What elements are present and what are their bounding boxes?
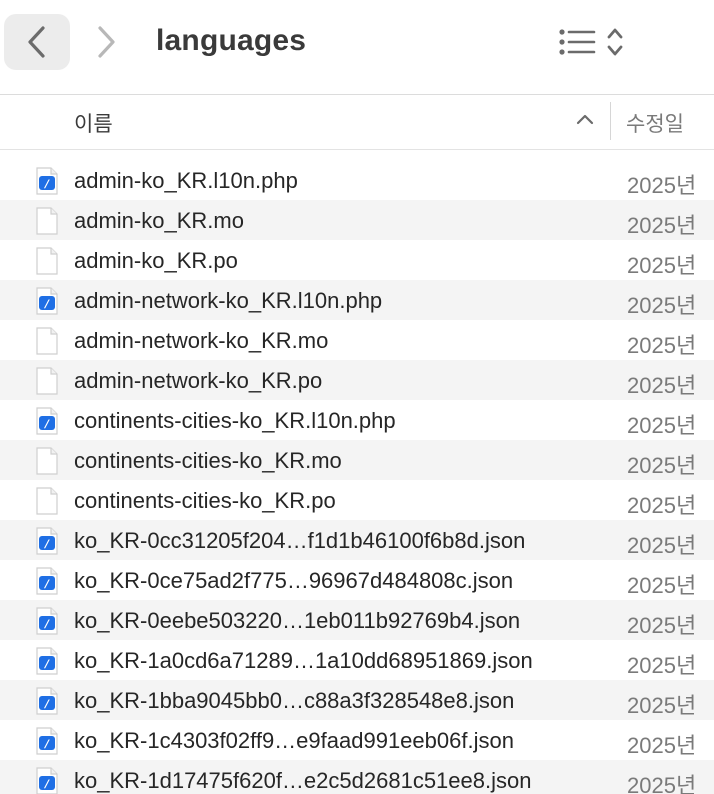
file-name: continents-cities-ko_KR.mo	[74, 448, 342, 473]
view-options-button[interactable]	[558, 22, 638, 62]
column-header-date-modified[interactable]: 수정일	[626, 108, 684, 138]
file-name: admin-network-ko_KR.l10n.php	[74, 288, 383, 313]
column-divider[interactable]	[610, 102, 611, 140]
file-name: continents-cities-ko_KR.l10n.php	[74, 408, 396, 433]
file-row[interactable]: / ko_KR-1c4303f02ff9…e9faad991eeb06f.json…	[0, 720, 714, 760]
file-name: ko_KR-0eebe503220…1eb011b92769b4.json	[74, 608, 521, 633]
code-document-icon: /	[36, 407, 58, 435]
file-row[interactable]: admin-ko_KR.mo 2025년	[0, 200, 714, 240]
document-icon	[36, 447, 58, 475]
forward-button[interactable]	[76, 14, 136, 70]
chevron-right-icon	[98, 26, 115, 58]
column-header-name[interactable]: 이름	[74, 108, 113, 138]
file-row[interactable]: / admin-ko_KR.l10n.php 2025년	[0, 160, 714, 200]
file-row[interactable]: / ko_KR-0ce75ad2f775…96967d484808c.json 20…	[0, 560, 714, 600]
svg-text:/: /	[43, 538, 50, 551]
file-date-modified: 2025년	[627, 453, 697, 478]
file-date-modified: 2025년	[627, 173, 697, 198]
file-name: ko_KR-1c4303f02ff9…e9faad991eeb06f.json	[74, 728, 514, 753]
file-name: admin-network-ko_KR.po	[74, 368, 323, 393]
code-document-icon: /	[36, 607, 58, 635]
file-row[interactable]: / ko_KR-0cc31205f204…f1d1b46100f6b8d.json…	[0, 520, 714, 560]
file-date-modified: 2025년	[627, 413, 697, 438]
code-document-icon: /	[36, 167, 58, 195]
list-view-icon	[559, 29, 596, 55]
sort-ascending-icon[interactable]	[575, 112, 595, 126]
chevron-left-icon	[28, 26, 45, 58]
code-document-icon: /	[36, 287, 58, 315]
svg-text:/: /	[43, 778, 50, 791]
file-date-modified: 2025년	[627, 293, 697, 318]
file-date-modified: 2025년	[627, 573, 697, 598]
file-name: admin-ko_KR.l10n.php	[74, 168, 298, 193]
file-date-modified: 2025년	[627, 213, 697, 238]
file-date-modified: 2025년	[627, 693, 697, 718]
code-document-icon: /	[36, 647, 58, 675]
file-row[interactable]: / ko_KR-1a0cd6a71289…1a10dd68951869.json 2…	[0, 640, 714, 680]
svg-text:/: /	[43, 658, 50, 671]
svg-text:/: /	[43, 618, 50, 631]
file-date-modified: 2025년	[627, 253, 697, 278]
svg-text:/: /	[43, 578, 50, 591]
code-document-icon: /	[36, 567, 58, 595]
window-title: languages	[156, 24, 307, 57]
file-name: ko_KR-0ce75ad2f775…96967d484808c.json	[74, 568, 514, 593]
file-row[interactable]: admin-network-ko_KR.po 2025년	[0, 360, 714, 400]
file-name: ko_KR-1bba9045bb0…c88a3f328548e8.json	[74, 688, 515, 713]
code-document-icon: /	[36, 767, 58, 794]
file-date-modified: 2025년	[627, 613, 697, 638]
code-document-icon: /	[36, 527, 58, 555]
file-name: admin-network-ko_KR.mo	[74, 328, 329, 353]
file-row[interactable]: / ko_KR-0eebe503220…1eb011b92769b4.json 20…	[0, 600, 714, 640]
file-date-modified: 2025년	[627, 493, 697, 518]
file-name: ko_KR-0cc31205f204…f1d1b46100f6b8d.json	[74, 528, 526, 553]
file-row[interactable]: admin-network-ko_KR.mo 2025년	[0, 320, 714, 360]
file-date-modified: 2025년	[627, 533, 697, 558]
file-date-modified: 2025년	[627, 333, 697, 358]
file-name: ko_KR-1a0cd6a71289…1a10dd68951869.json	[74, 648, 533, 673]
svg-text:/: /	[43, 178, 50, 191]
file-name: continents-cities-ko_KR.po	[74, 488, 336, 513]
document-icon	[36, 487, 58, 515]
file-row[interactable]: / continents-cities-ko_KR.l10n.php 2025년	[0, 400, 714, 440]
svg-text:/: /	[43, 738, 50, 751]
code-document-icon: /	[36, 727, 58, 755]
file-name: ko_KR-1d17475f620f…e2c5d2681c51ee8.json	[74, 768, 532, 793]
file-date-modified: 2025년	[627, 373, 697, 398]
document-icon	[36, 367, 58, 395]
svg-text:/: /	[43, 698, 50, 711]
column-header: 이름 수정일	[0, 96, 714, 150]
code-document-icon: /	[36, 687, 58, 715]
file-row[interactable]: / ko_KR-1d17475f620f…e2c5d2681c51ee8.json…	[0, 760, 714, 794]
svg-text:/: /	[43, 298, 50, 311]
document-icon	[36, 327, 58, 355]
document-icon	[36, 207, 58, 235]
up-down-chevron-icon	[607, 28, 623, 56]
file-date-modified: 2025년	[627, 773, 697, 794]
back-button[interactable]	[4, 14, 70, 70]
document-icon	[36, 247, 58, 275]
file-row[interactable]: continents-cities-ko_KR.po 2025년	[0, 480, 714, 520]
file-list: / admin-ko_KR.l10n.php 2025년 admin-ko_KR.mo…	[0, 160, 714, 794]
file-row[interactable]: continents-cities-ko_KR.mo 2025년	[0, 440, 714, 480]
file-row[interactable]: admin-ko_KR.po 2025년	[0, 240, 714, 280]
file-date-modified: 2025년	[627, 653, 697, 678]
file-name: admin-ko_KR.mo	[74, 208, 244, 233]
file-name: admin-ko_KR.po	[74, 248, 238, 273]
file-row[interactable]: / ko_KR-1bba9045bb0…c88a3f328548e8.json 20…	[0, 680, 714, 720]
svg-text:/: /	[43, 418, 50, 431]
finder-toolbar: languages	[0, 0, 714, 95]
file-row[interactable]: / admin-network-ko_KR.l10n.php 2025년	[0, 280, 714, 320]
file-date-modified: 2025년	[627, 733, 697, 758]
